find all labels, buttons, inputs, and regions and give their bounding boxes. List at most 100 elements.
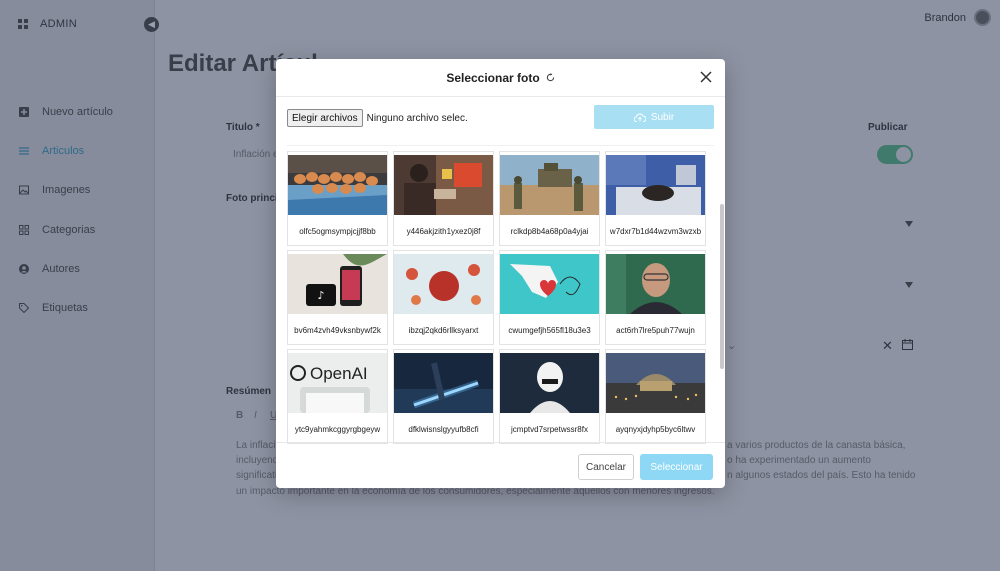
sidebar-nav: Nuevo artículo Articulos Imagenes Catego… xyxy=(0,92,155,328)
calendar-icon[interactable] xyxy=(902,339,913,350)
cloud-upload-icon xyxy=(633,113,646,122)
photo-caption: olfc5ogmsympjcjjf8bb xyxy=(299,227,376,236)
title-input[interactable]: Inflación e xyxy=(233,147,279,162)
sidebar-item-label: Nuevo artículo xyxy=(42,105,113,118)
photo-thumbnail xyxy=(500,254,599,314)
photo-thumbnail xyxy=(500,155,599,215)
date-chevron-icon[interactable]: ⌄ xyxy=(727,339,736,354)
publish-toggle[interactable] xyxy=(877,145,913,164)
photo-caption: bv6m4zvh49vksnbywf2k xyxy=(294,326,381,335)
select-button[interactable]: Seleccionar xyxy=(640,454,713,480)
photo-caption: ayqnyxjdyhp5byc6ltwv xyxy=(615,425,696,434)
upload-button[interactable]: Subir xyxy=(594,105,714,129)
summary-text-line: a varios productos de la canasta básica, xyxy=(727,440,906,451)
grid-scrollbar[interactable] xyxy=(720,204,724,369)
photo-caption: act6rh7lre5puh77wujn xyxy=(616,326,695,335)
summary-text-line: La inflació xyxy=(236,440,282,451)
list-icon xyxy=(19,147,29,155)
photo-card[interactable]: ayqnyxjdyhp5byc6ltwv xyxy=(605,349,706,444)
photo-card[interactable]: jcmptvd7srpetwssr8fx xyxy=(499,349,600,444)
title-label: Titulo * xyxy=(226,122,260,133)
italic-button[interactable]: I xyxy=(254,408,257,423)
summary-label: Resúmen xyxy=(226,386,272,397)
photo-caption: y446akjzith1yxez0j8f xyxy=(406,227,481,236)
svg-text:♪: ♪ xyxy=(317,289,324,302)
photo-thumbnail xyxy=(394,353,493,413)
photo-card[interactable]: OpenAI ytc9yahmkcggyrgbgeyw xyxy=(287,349,388,444)
cancel-button[interactable]: Cancelar xyxy=(578,454,634,480)
photo-card[interactable]: y446akjzith1yxez0j8f xyxy=(393,151,494,246)
photo-caption: jcmptvd7srpetwssr8fx xyxy=(511,425,588,434)
sidebar-item-label: Etiquetas xyxy=(42,302,88,315)
sidebar-item-label: Imagenes xyxy=(42,184,91,197)
photo-card[interactable]: rclkdp8b4a68p0a4yjai xyxy=(499,151,600,246)
select-photo-modal: Seleccionar foto Elegir archivos Ninguno… xyxy=(276,59,725,488)
summary-text-line: n algunos estados del país. Esto ha teni… xyxy=(727,470,916,481)
photo-card[interactable]: act6rh7lre5puh77wujn xyxy=(605,250,706,345)
photo-grid: olfc5ogmsympjcjjf8bb y446akjzith1yxez0j8… xyxy=(287,146,714,444)
choose-files-button[interactable]: Elegir archivos xyxy=(287,109,363,127)
photo-card[interactable]: w7dxr7b1d44wzvm3wzxb xyxy=(605,151,706,246)
user-menu[interactable]: Brandon xyxy=(924,9,991,26)
upload-button-label: Subir xyxy=(650,111,675,123)
modal-header: Seleccionar foto xyxy=(276,59,725,97)
photo-caption: ibzqj2qkd6rllksyarxt xyxy=(408,326,479,335)
brand-label: ADMIN xyxy=(40,18,77,30)
user-icon xyxy=(19,263,29,274)
sidebar-item-etiquetas[interactable]: Etiquetas xyxy=(0,288,155,327)
plus-square-icon xyxy=(19,106,29,117)
photo-thumbnail: ♪ xyxy=(288,254,387,314)
brand[interactable]: ADMIN xyxy=(18,18,77,30)
user-name: Brandon xyxy=(924,11,966,24)
photo-label: Foto princi xyxy=(226,193,278,204)
photo-card[interactable]: olfc5ogmsympjcjjf8bb xyxy=(287,151,388,246)
close-icon[interactable] xyxy=(699,70,713,84)
avatar xyxy=(974,9,991,26)
bold-button[interactable]: B xyxy=(236,408,243,423)
tag-icon xyxy=(19,303,29,314)
grid-icon xyxy=(19,224,29,235)
photo-thumbnail xyxy=(606,353,705,413)
image-icon xyxy=(19,185,29,195)
sidebar-item-imagenes[interactable]: Imagenes xyxy=(0,171,155,210)
publish-label: Publicar xyxy=(868,122,908,133)
summary-text-line: significati xyxy=(236,470,278,481)
author-chevron-down-icon[interactable] xyxy=(905,282,913,288)
photo-thumbnail xyxy=(606,254,705,314)
clear-date-icon[interactable]: ✕ xyxy=(882,338,893,353)
sidebar-item-nuevo-articulo[interactable]: Nuevo artículo xyxy=(0,92,155,131)
photo-caption: rclkdp8b4a68p0a4yjai xyxy=(510,227,589,236)
file-status: Ninguno archivo selec. xyxy=(366,112,468,124)
openai-logo-text: OpenAI xyxy=(310,364,368,383)
photo-card[interactable]: cwumgefjh565fl18u3e3 xyxy=(499,250,600,345)
photo-grid-scroll[interactable]: olfc5ogmsympjcjjf8bb y446akjzith1yxez0j8… xyxy=(287,145,714,445)
sidebar-item-label: Categorias xyxy=(42,223,96,236)
photo-caption: ytc9yahmkcggyrgbgeyw xyxy=(294,425,381,434)
photo-card[interactable]: dfklwisnslgyyufb8cfi xyxy=(393,349,494,444)
photo-thumbnail xyxy=(606,155,705,215)
photo-thumbnail: OpenAI xyxy=(288,353,387,413)
sidebar-item-categorias[interactable]: Categorias xyxy=(0,210,155,249)
collapse-sidebar-button[interactable]: ◀ xyxy=(144,17,159,32)
modal-footer: Cancelar Seleccionar xyxy=(276,442,725,488)
photo-caption: cwumgefjh565fl18u3e3 xyxy=(508,326,591,335)
sidebar-item-label: Articulos xyxy=(42,144,85,157)
photo-card[interactable]: ibzqj2qkd6rllksyarxt xyxy=(393,250,494,345)
photo-card[interactable]: ♪ bv6m4zvh49vksnbywf2k xyxy=(287,250,388,345)
category-chevron-down-icon[interactable] xyxy=(905,221,913,227)
summary-text-line: o ha experimentado un aumento xyxy=(727,455,871,466)
sidebar-item-label: Autores xyxy=(42,262,80,275)
upload-row: Elegir archivos Ninguno archivo selec. S… xyxy=(287,105,714,131)
photo-thumbnail xyxy=(500,353,599,413)
photo-thumbnail xyxy=(394,254,493,314)
refresh-icon[interactable] xyxy=(546,73,555,82)
sidebar-item-autores[interactable]: Autores xyxy=(0,249,155,288)
photo-thumbnail xyxy=(394,155,493,215)
dashboard-grid-icon xyxy=(18,19,28,29)
sidebar: ADMIN ◀ Nuevo artículo Articulos Imagene… xyxy=(0,0,159,571)
photo-caption: dfklwisnslgyyufb8cfi xyxy=(408,425,479,434)
photo-thumbnail xyxy=(288,155,387,215)
summary-text-line: incluyend xyxy=(236,455,279,466)
modal-title: Seleccionar foto xyxy=(446,70,540,85)
sidebar-item-articulos[interactable]: Articulos xyxy=(0,131,155,170)
